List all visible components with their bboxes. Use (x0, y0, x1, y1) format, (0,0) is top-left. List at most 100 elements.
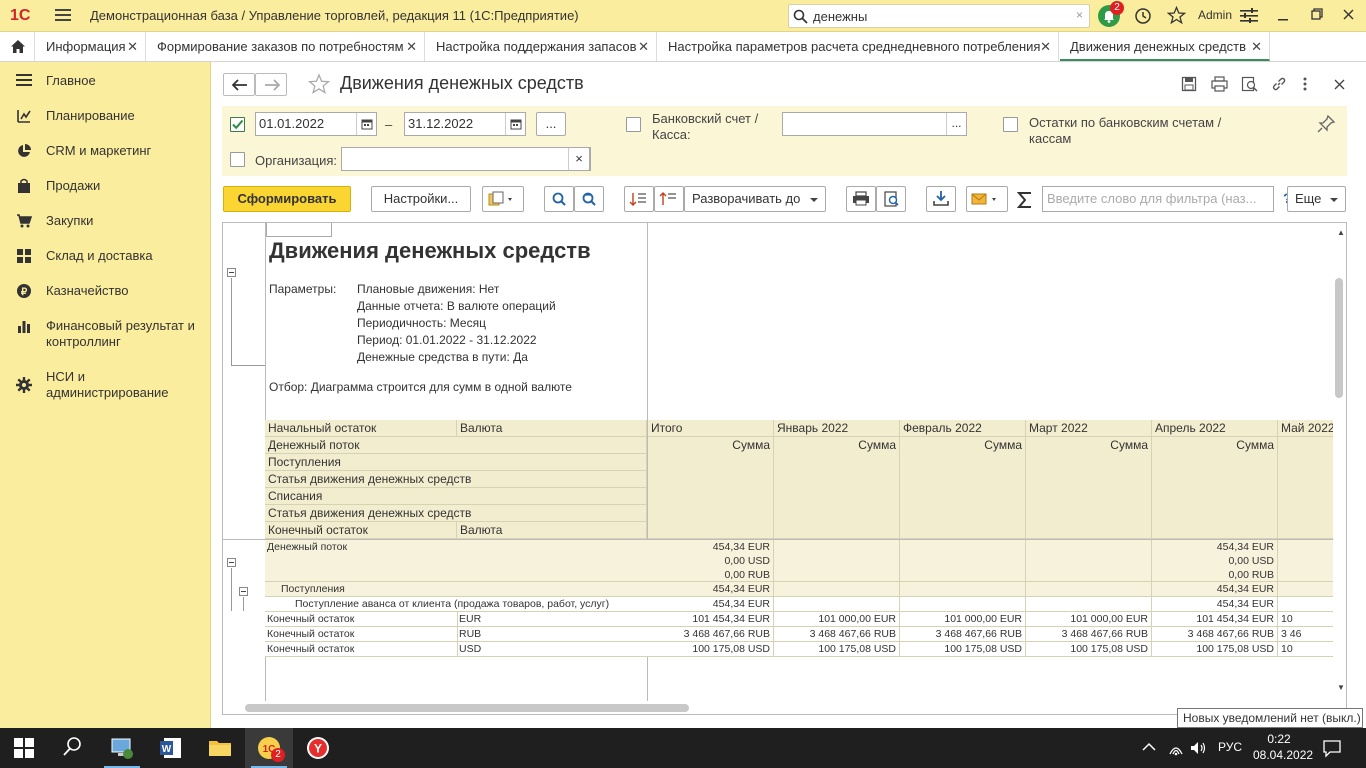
close-tab-icon[interactable]: ✕ (127, 32, 138, 61)
sidebar-item-financial-result[interactable]: Финансовый результат и контроллинг (0, 318, 211, 358)
close-tab-icon[interactable]: ✕ (1251, 32, 1262, 61)
sidebar-item-purchases[interactable]: Закупки (0, 213, 211, 247)
back-button[interactable] (223, 73, 255, 96)
tab-consumption-settings[interactable]: Настройка параметров расчета среднедневн… (658, 32, 1059, 61)
tab-stock-settings[interactable]: Настройка поддержания запасов ✕ (426, 32, 657, 61)
save-icon[interactable] (1181, 76, 1197, 92)
collapse-groups-button[interactable] (654, 186, 684, 212)
more-actions-button[interactable]: Еще (1287, 186, 1346, 212)
sum-icon[interactable] (1017, 191, 1033, 209)
taskbar-app-word[interactable]: W (147, 728, 195, 768)
global-search-input[interactable]: денежны × (788, 4, 1090, 28)
scroll-up-icon[interactable]: ▲ (1337, 228, 1345, 237)
bank-account-select-button[interactable]: ... (946, 113, 966, 135)
collapse-group-icon[interactable] (227, 558, 236, 567)
sidebar-item-main[interactable]: Главное (0, 73, 211, 107)
history-icon[interactable] (1134, 7, 1152, 25)
preview-icon[interactable] (1241, 76, 1258, 92)
notifications-bell-icon[interactable]: 2 (1098, 1, 1124, 27)
tab-information[interactable]: Информация ✕ (36, 32, 146, 61)
link-icon[interactable] (1271, 76, 1287, 92)
app-logo[interactable]: 1С (10, 7, 30, 25)
collapse-group-icon[interactable] (239, 587, 248, 596)
print-icon[interactable] (1211, 76, 1228, 92)
balances-checkbox[interactable] (1003, 117, 1018, 132)
tab-order-forming[interactable]: Формирование заказов по потребностям ✕ (147, 32, 425, 61)
user-name[interactable]: Admin (1198, 8, 1232, 22)
organization-field[interactable]: ... (341, 147, 591, 171)
sidebar-item-sales[interactable]: Продажи (0, 178, 211, 212)
taskbar-app-1c[interactable]: 1С 2 (245, 728, 293, 768)
horizontal-scroll-thumb[interactable] (245, 704, 689, 712)
sidebar-item-warehouse[interactable]: Склад и доставка (0, 248, 211, 282)
more-vertical-icon[interactable] (1302, 76, 1308, 92)
sidebar-item-planning[interactable]: Планирование (0, 108, 211, 142)
taskbar-app-yandex[interactable]: Y (294, 728, 342, 768)
action-center-icon[interactable] (1322, 738, 1342, 758)
horizontal-scrollbar[interactable] (223, 701, 1333, 714)
restore-icon[interactable] (1311, 6, 1323, 22)
report-spreadsheet[interactable]: Движения денежных средств Параметры: Пла… (222, 222, 1347, 715)
home-button[interactable] (0, 32, 35, 61)
param-line: Данные отчета: В валюте операций (357, 299, 556, 313)
settings-sliders-icon[interactable] (1240, 8, 1258, 24)
generate-button[interactable]: Сформировать (223, 186, 351, 212)
variant-dropdown-button[interactable] (482, 186, 524, 212)
print-preview-button[interactable] (876, 186, 906, 212)
bank-account-checkbox[interactable] (626, 117, 641, 132)
forward-button[interactable] (255, 73, 287, 96)
main-menu-icon[interactable] (55, 8, 71, 22)
period-checkbox[interactable] (230, 117, 245, 132)
system-clock[interactable]: 0:22 08.04.2022 (1253, 731, 1313, 763)
favorite-star-icon[interactable] (308, 73, 330, 95)
network-icon[interactable] (1168, 740, 1184, 756)
send-email-button[interactable] (966, 186, 1008, 212)
date-to-field[interactable]: 31.12.2022 (404, 112, 526, 136)
sidebar-item-treasury[interactable]: ₽ Казначейство (0, 283, 211, 317)
close-tab-icon[interactable]: ✕ (638, 32, 649, 61)
tab-cash-flow[interactable]: Движения денежных средств ✕ (1060, 32, 1270, 61)
download-icon (933, 191, 949, 206)
organization-checkbox[interactable] (230, 152, 245, 167)
close-window-icon[interactable] (1343, 6, 1355, 22)
chevron-down-icon (809, 198, 818, 202)
find-button[interactable] (544, 186, 574, 212)
save-to-file-button[interactable] (926, 186, 956, 212)
close-form-icon[interactable] (1334, 76, 1346, 92)
vertical-scrollbar[interactable]: ▲ ▼ (1333, 223, 1346, 701)
clear-search-icon[interactable]: × (1076, 8, 1083, 22)
input-language[interactable]: РУС (1218, 740, 1242, 754)
scroll-down-icon[interactable]: ▼ (1337, 683, 1345, 692)
svg-text:₽: ₽ (21, 287, 28, 298)
volume-icon[interactable] (1190, 740, 1208, 756)
value-cell: 454,34 EUR 0,00 USD 0,00 RUB (1152, 540, 1278, 582)
find-next-button[interactable] (574, 186, 604, 212)
close-tab-icon[interactable]: ✕ (1040, 32, 1051, 61)
bank-account-field[interactable]: ... (782, 112, 967, 136)
expand-to-dropdown[interactable]: Разворачивать до (684, 186, 826, 212)
taskbar-app-computer[interactable] (98, 728, 146, 768)
collapse-group-icon[interactable] (227, 268, 236, 277)
expand-groups-button[interactable] (624, 186, 654, 212)
group-line (243, 597, 244, 611)
date-from-field[interactable]: 01.01.2022 (255, 112, 377, 136)
report-filter-input[interactable]: Введите слово для фильтра (наз... (1042, 186, 1274, 212)
print-button[interactable] (846, 186, 876, 212)
settings-button[interactable]: Настройки... (371, 186, 471, 212)
tray-chevron-up-icon[interactable] (1142, 742, 1156, 752)
favorites-star-icon[interactable] (1167, 6, 1186, 25)
vertical-scroll-thumb[interactable] (1335, 278, 1343, 398)
close-tab-icon[interactable]: ✕ (406, 32, 417, 61)
period-select-button[interactable]: ... (536, 112, 566, 136)
start-button[interactable] (0, 728, 48, 768)
sidebar-item-nsi-admin[interactable]: НСИ и администрирование (0, 369, 211, 409)
value-cell (1026, 597, 1152, 612)
taskbar-app-explorer[interactable] (196, 728, 244, 768)
calendar-icon[interactable] (505, 113, 525, 135)
sidebar-item-crm[interactable]: CRM и маркетинг (0, 143, 211, 177)
calendar-icon[interactable] (356, 113, 376, 135)
search-taskbar-button[interactable] (48, 728, 96, 768)
organization-clear-button[interactable]: × (568, 147, 590, 171)
pin-icon[interactable] (1316, 114, 1336, 134)
minimize-icon[interactable] (1278, 6, 1290, 22)
